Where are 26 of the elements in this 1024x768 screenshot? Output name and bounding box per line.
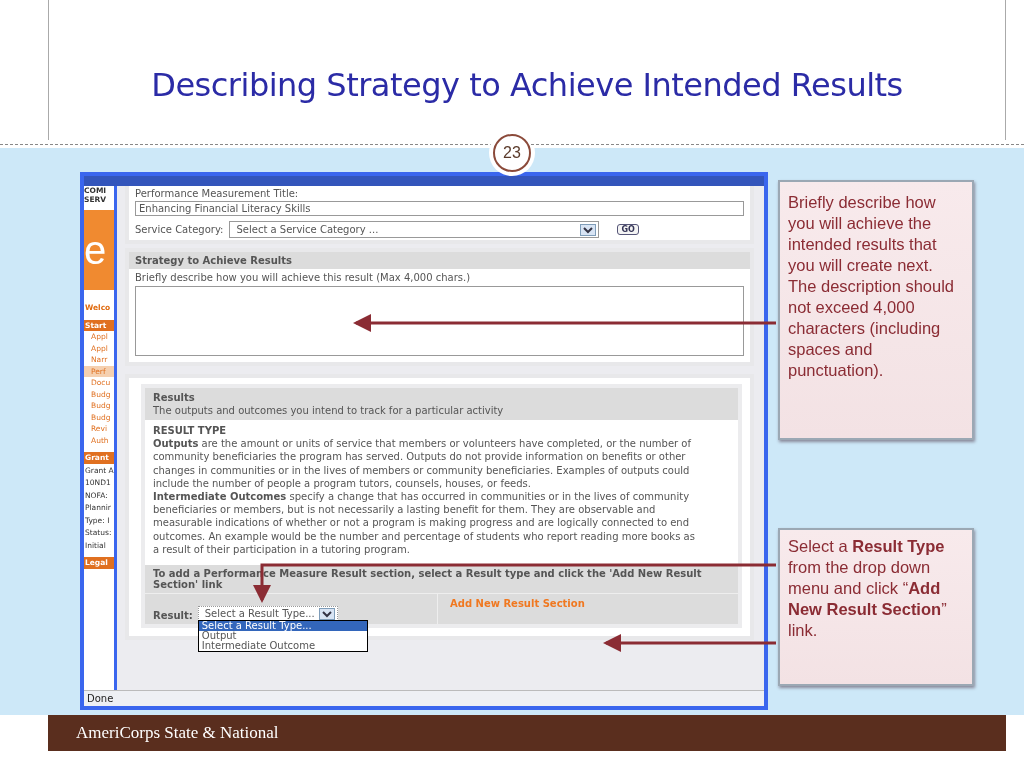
- footer-text: AmeriCorps State & National: [75, 723, 279, 743]
- dropdown-icon: [318, 607, 335, 620]
- section-subtitle: The outputs and outcomes you intend to track for a particular activity: [153, 404, 505, 417]
- status-bar: Done: [84, 690, 764, 706]
- dropdown-option[interactable]: Select a Result Type...: [198, 621, 367, 632]
- field-label: Performance Measurement Title:: [135, 188, 300, 199]
- dropdown-option[interactable]: Output: [198, 631, 367, 642]
- field-label: Briefly describe how you will achieve this result (Max 4,000 chars.): [135, 272, 472, 283]
- callout-text: Select a Result Type from the drop down menu and click “Add New Result Section” link.: [788, 537, 947, 639]
- description-textarea[interactable]: [135, 286, 744, 356]
- callout-text: Briefly describe how you will achieve the intended results that you will create next. The description should not exceed 4,000 characters (including spaces and punctuation).: [788, 193, 954, 379]
- section-heading: Strategy to Achieve Results: [129, 252, 750, 269]
- dropdown-option[interactable]: Intermediate Outcome: [198, 641, 367, 652]
- slide-title: Describing Strategy to Achieve Intended Results: [151, 66, 903, 104]
- paragraph: Outputs are the amount or units of service that members or volunteers have completed, or the number of community beneficiaries the program has served. Outputs do not provide information on benefits or other changes in communities or in the lives of members or community beneficiaries. Examples of outputs could include the number of people a program tutors, counsels, houses, or feeds.: [153, 437, 693, 490]
- result-type-heading: RESULT TYPE: [153, 424, 228, 438]
- logo-text: e: [84, 230, 107, 270]
- add-section-link[interactable]: Add New Result Section: [450, 598, 585, 610]
- category-select[interactable]: Select a Service Category ...: [229, 221, 600, 238]
- section-heading: Results: [153, 391, 196, 404]
- paragraph: Intermediate Outcomes specify a change that has occurred in communities or in the lives of community beneficiaries or members, but is not necessarily a lasting benefit for them. They are observable and measurable indications of whether or not a program is making progress and are logically connected to end outcomes. An example would be the number and percentage of students who report reading more books as a result of their participation in a tutoring program.: [153, 490, 696, 557]
- dropdown-icon: [580, 223, 597, 236]
- title-field[interactable]: Enhancing Financial Literacy Skills: [135, 201, 744, 216]
- go-button[interactable]: GO: [617, 224, 639, 235]
- field-label: Service Category:: [135, 224, 224, 235]
- field-label: Result:: [153, 610, 193, 622]
